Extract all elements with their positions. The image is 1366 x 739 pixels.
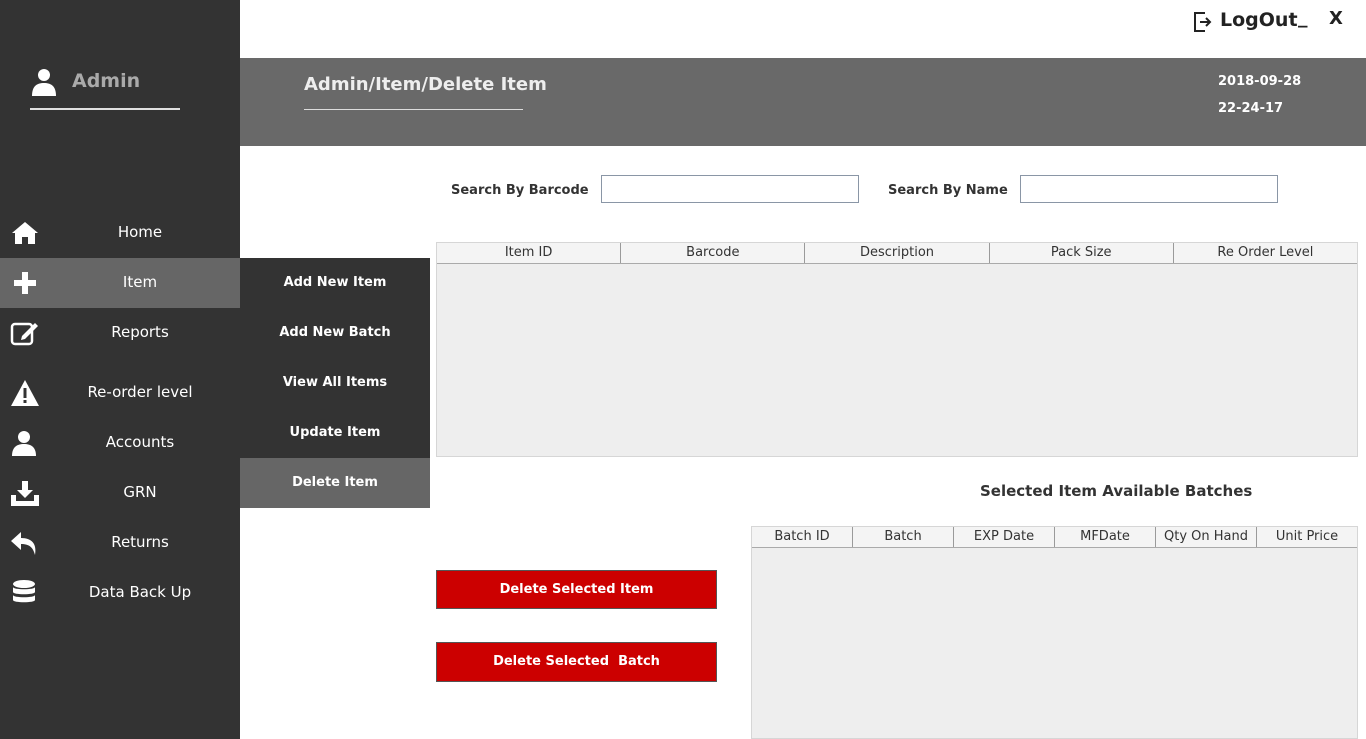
sidebar-item-reorder-level[interactable]: Re-order level bbox=[0, 368, 240, 418]
delete-selected-batch-button[interactable]: Delete Selected Batch bbox=[436, 642, 717, 682]
column-header-qty-on-hand[interactable]: Qty On Hand bbox=[1156, 527, 1257, 547]
sidebar-item-label: GRN bbox=[123, 483, 157, 501]
batches-title: Selected Item Available Batches bbox=[980, 482, 1253, 500]
current-time: 22-24-17 bbox=[1218, 101, 1284, 116]
sidebar-item-home[interactable]: Home bbox=[0, 208, 240, 258]
sidebar-item-reports[interactable]: Reports bbox=[0, 308, 240, 358]
batches-table[interactable]: Batch ID Batch EXP Date MFDate Qty On Ha… bbox=[751, 526, 1358, 739]
sidebar: Admin Home Item Reports Re-order level A… bbox=[0, 0, 240, 739]
submenu-add-new-item[interactable]: Add New Item bbox=[240, 258, 430, 308]
submenu-update-item[interactable]: Update Item bbox=[240, 408, 430, 458]
logout-label: LogOut bbox=[1220, 9, 1298, 31]
table-header: Item ID Barcode Description Pack Size Re… bbox=[437, 243, 1357, 264]
current-date: 2018-09-28 bbox=[1218, 74, 1302, 89]
barcode-search-label: Search By Barcode bbox=[451, 183, 589, 198]
download-icon bbox=[11, 481, 39, 506]
edit-icon bbox=[10, 322, 38, 346]
warning-icon bbox=[11, 380, 39, 406]
submenu-add-new-batch[interactable]: Add New Batch bbox=[240, 308, 430, 358]
divider bbox=[30, 108, 180, 110]
return-icon bbox=[11, 532, 36, 555]
sidebar-item-item[interactable]: Item bbox=[0, 258, 240, 308]
home-icon bbox=[12, 222, 38, 244]
column-header-reorder-level[interactable]: Re Order Level bbox=[1174, 243, 1357, 263]
sidebar-item-grn[interactable]: GRN bbox=[0, 468, 240, 518]
column-header-mf-date[interactable]: MFDate bbox=[1055, 527, 1156, 547]
items-table[interactable]: Item ID Barcode Description Pack Size Re… bbox=[436, 242, 1358, 457]
column-header-unit-price[interactable]: Unit Price bbox=[1257, 527, 1357, 547]
column-header-item-id[interactable]: Item ID bbox=[437, 243, 622, 263]
column-header-barcode[interactable]: Barcode bbox=[621, 243, 806, 263]
close-button[interactable]: X bbox=[1329, 8, 1343, 29]
column-header-pack-size[interactable]: Pack Size bbox=[990, 243, 1174, 263]
sidebar-item-label: Data Back Up bbox=[88, 583, 192, 601]
sidebar-item-accounts[interactable]: Accounts bbox=[0, 418, 240, 468]
sidebar-item-label: Item bbox=[122, 273, 158, 291]
breadcrumb: Admin/Item/Delete Item bbox=[304, 74, 547, 95]
barcode-search-input[interactable] bbox=[601, 175, 859, 203]
sidebar-item-label: Re-order level bbox=[87, 383, 193, 401]
submenu-delete-item[interactable]: Delete Item bbox=[240, 458, 430, 508]
divider bbox=[304, 109, 523, 110]
plus-icon bbox=[14, 272, 36, 294]
minimize-button[interactable]: _ bbox=[1298, 6, 1308, 28]
item-submenu: Add New Item Add New Batch View All Item… bbox=[240, 258, 430, 508]
sidebar-item-label: Home bbox=[117, 223, 163, 241]
user-icon bbox=[12, 431, 36, 456]
delete-selected-item-button[interactable]: Delete Selected Item bbox=[436, 570, 717, 609]
column-header-batch-id[interactable]: Batch ID bbox=[752, 527, 853, 547]
sidebar-item-data-backup[interactable]: Data Back Up bbox=[0, 568, 240, 618]
page-header: Admin/Item/Delete Item 2018-09-28 22-24-… bbox=[240, 58, 1366, 146]
database-icon bbox=[13, 580, 35, 603]
user-icon bbox=[32, 69, 56, 96]
admin-username: Admin bbox=[72, 70, 141, 92]
name-search-label: Search By Name bbox=[888, 183, 1008, 198]
sidebar-item-returns[interactable]: Returns bbox=[0, 518, 240, 568]
sidebar-item-label: Accounts bbox=[105, 433, 175, 451]
submenu-view-all-items[interactable]: View All Items bbox=[240, 358, 430, 408]
column-header-description[interactable]: Description bbox=[805, 243, 990, 263]
sidebar-item-label: Reports bbox=[111, 323, 169, 341]
name-search-input[interactable] bbox=[1020, 175, 1278, 203]
sidebar-item-label: Returns bbox=[111, 533, 169, 551]
column-header-batch[interactable]: Batch bbox=[853, 527, 954, 547]
table-header: Batch ID Batch EXP Date MFDate Qty On Ha… bbox=[752, 527, 1357, 548]
logout-icon bbox=[1194, 12, 1212, 32]
column-header-exp-date[interactable]: EXP Date bbox=[954, 527, 1055, 547]
